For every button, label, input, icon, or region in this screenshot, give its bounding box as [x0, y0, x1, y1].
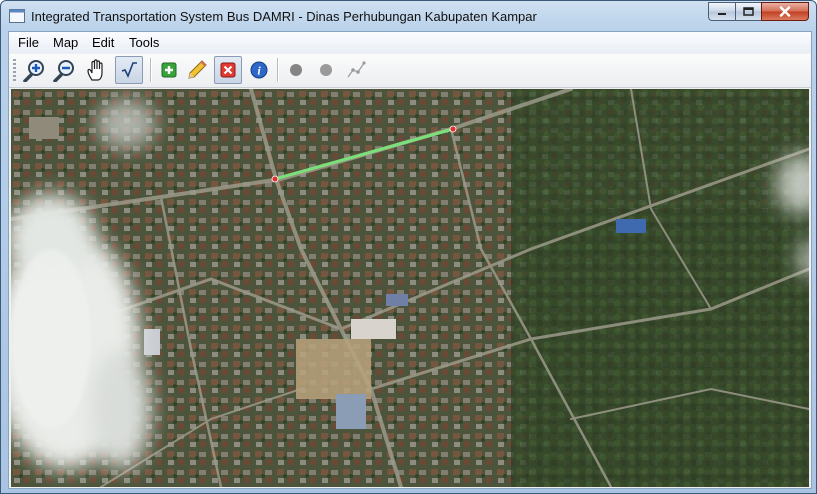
close-button[interactable]	[761, 2, 809, 21]
maximize-icon	[743, 7, 754, 16]
measure-icon	[121, 62, 137, 78]
info-button[interactable]: i	[245, 56, 273, 84]
menu-file[interactable]: File	[18, 35, 39, 50]
menu-map[interactable]: Map	[53, 35, 78, 50]
app-window: Integrated Transportation System Bus DAM…	[0, 0, 817, 494]
route-icon	[347, 61, 366, 78]
delete-icon	[220, 62, 236, 78]
menu-tools[interactable]: Tools	[129, 35, 159, 50]
measure-button[interactable]	[115, 56, 143, 84]
toolbar-grip[interactable]	[13, 59, 16, 81]
minimize-button[interactable]	[708, 2, 736, 21]
add-button[interactable]	[155, 56, 183, 84]
route-button[interactable]	[342, 56, 370, 84]
satellite-image	[11, 89, 809, 487]
point-gray-icon	[320, 64, 332, 76]
menu-bar: File Map Edit Tools	[9, 32, 811, 53]
minimize-icon	[718, 12, 726, 15]
delete-button[interactable]	[214, 56, 242, 84]
edit-button[interactable]	[183, 56, 211, 84]
title-bar[interactable]: Integrated Transportation System Bus DAM…	[1, 1, 816, 31]
zoom-in-icon	[23, 60, 44, 82]
client-area: File Map Edit Tools i	[8, 31, 812, 489]
zoom-in-button[interactable]	[21, 56, 49, 84]
info-icon: i	[250, 61, 268, 79]
window-title: Integrated Transportation System Bus DAM…	[31, 9, 537, 24]
menu-edit[interactable]: Edit	[92, 35, 114, 50]
maximize-button[interactable]	[735, 2, 762, 21]
zoom-out-icon	[53, 60, 74, 82]
point-gray-icon	[290, 64, 302, 76]
pan-button[interactable]	[83, 56, 111, 84]
pencil-icon	[188, 60, 207, 79]
map-view[interactable]	[11, 89, 809, 487]
add-point-button[interactable]	[282, 56, 310, 84]
toolbar-separator	[150, 58, 152, 82]
app-icon	[9, 9, 25, 23]
add-icon	[161, 62, 177, 78]
add-stop-button[interactable]	[312, 56, 340, 84]
zoom-out-button[interactable]	[51, 56, 79, 84]
hand-pan-icon	[87, 59, 103, 81]
toolbar: i	[9, 54, 811, 88]
close-icon	[779, 6, 791, 17]
toolbar-separator	[277, 58, 279, 82]
